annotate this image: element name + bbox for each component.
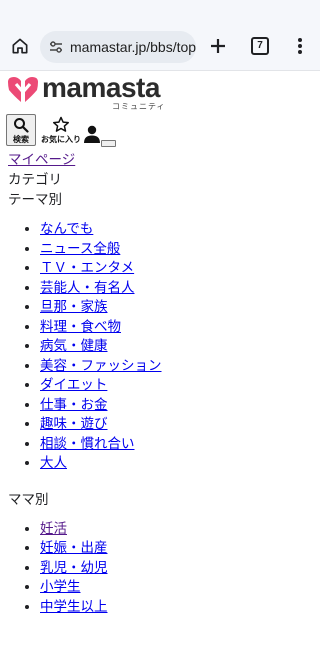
theme-link[interactable]: 病気・健康 [40, 338, 108, 354]
more-menu-icon[interactable] [286, 32, 314, 60]
tab-count: 7 [251, 37, 269, 55]
star-icon [53, 116, 69, 132]
logo-heart-icon [8, 77, 38, 102]
person-icon [84, 125, 100, 143]
list-item: 小学生 [40, 578, 312, 598]
list-item: ニュース全般 [40, 240, 312, 260]
site-settings-icon[interactable] [48, 39, 64, 55]
theme-heading: テーマ別 [8, 192, 62, 208]
list-item: 病気・健康 [40, 337, 312, 357]
theme-link[interactable]: ダイエット [40, 377, 107, 393]
theme-link[interactable]: 芸能人・有名人 [40, 280, 135, 296]
list-item: 妊活 [40, 520, 312, 540]
theme-link[interactable]: 料理・食べ物 [40, 319, 121, 335]
user-menu-toggle[interactable] [101, 140, 116, 147]
theme-link[interactable]: 趣味・遊び [40, 416, 108, 432]
list-item: 中学生以上 [40, 598, 312, 618]
new-tab-plus-icon[interactable] [204, 32, 232, 60]
list-item: 相談・慣れ合い [40, 435, 312, 455]
mama-link[interactable]: 妊娠・出産 [40, 540, 108, 556]
mama-link[interactable]: 小学生 [40, 579, 81, 595]
browser-toolbar: mamastar.jp/bbs/top 7 [0, 0, 320, 71]
search-icon [14, 118, 29, 133]
list-item: 乳児・幼児 [40, 559, 312, 579]
theme-link[interactable]: ＴＶ・エンタメ [40, 260, 134, 276]
mama-list: 妊活 妊娠・出産 乳児・幼児 小学生 中学生以上 [8, 520, 312, 618]
site-logo[interactable]: mamasta コミュニティ [6, 72, 176, 112]
theme-link[interactable]: ニュース全般 [40, 241, 120, 257]
theme-link[interactable]: 相談・慣れ合い [40, 436, 135, 452]
mypage-link[interactable]: マイページ [8, 150, 312, 170]
mama-link[interactable]: 乳児・幼児 [40, 560, 108, 576]
home-icon[interactable] [6, 32, 34, 60]
favorites-button[interactable]: お気に入り [40, 116, 82, 145]
list-item: 仕事・お金 [40, 396, 312, 416]
list-item: 美容・ファッション [40, 357, 312, 377]
theme-link[interactable]: 仕事・お金 [40, 397, 108, 413]
theme-link[interactable]: 旦那・家族 [40, 299, 108, 315]
list-item: なんでも [40, 220, 312, 240]
user-account-button[interactable] [82, 124, 102, 148]
list-item: ダイエット [40, 376, 312, 396]
list-item: 大人 [40, 454, 312, 474]
favorites-label: お気に入り [41, 135, 81, 144]
tab-switcher-button[interactable]: 7 [246, 32, 274, 60]
category-heading: カテゴリ [8, 172, 62, 188]
theme-link[interactable]: 大人 [40, 455, 67, 471]
list-item: 料理・食べ物 [40, 318, 312, 338]
list-item: 妊娠・出産 [40, 539, 312, 559]
list-item: ＴＶ・エンタメ [40, 259, 312, 279]
theme-link[interactable]: 美容・ファッション [40, 358, 162, 374]
mama-heading: ママ別 [8, 491, 49, 508]
list-item: 芸能人・有名人 [40, 279, 312, 299]
list-item: 旦那・家族 [40, 298, 312, 318]
list-item: 趣味・遊び [40, 415, 312, 435]
main-content: マイページ カテゴリ テーマ別 なんでも ニュース全般 ＴＶ・エンタメ 芸能人・… [8, 150, 312, 617]
search-button[interactable]: 検索 [6, 114, 36, 146]
logo-text: mamasta [42, 72, 160, 103]
search-label: 検索 [13, 135, 29, 144]
mama-link[interactable]: 中学生以上 [40, 599, 108, 615]
theme-list: なんでも ニュース全般 ＴＶ・エンタメ 芸能人・有名人 旦那・家族 料理・食べ物… [8, 220, 312, 474]
theme-link[interactable]: なんでも [40, 221, 93, 237]
logo-subtitle: コミュニティ [112, 102, 166, 111]
mama-link[interactable]: 妊活 [40, 521, 67, 537]
address-bar[interactable]: mamastar.jp/bbs/top [40, 31, 196, 63]
url-text: mamastar.jp/bbs/top [70, 39, 196, 55]
